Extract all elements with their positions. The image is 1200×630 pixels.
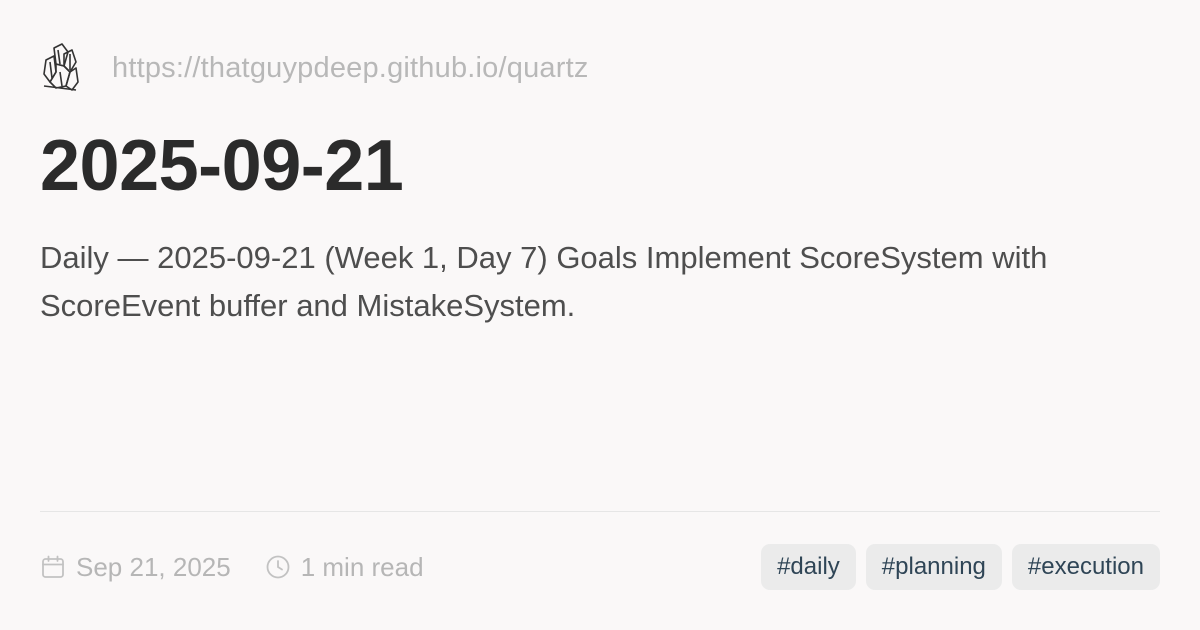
calendar-icon: [40, 554, 66, 580]
page-title: 2025-09-21: [40, 126, 404, 206]
tag-planning[interactable]: #planning: [865, 544, 1002, 590]
read-time: 1 min read: [265, 552, 424, 583]
site-header: https://thatguypdeep.github.io/quartz: [40, 40, 589, 96]
site-url[interactable]: https://thatguypdeep.github.io/quartz: [112, 52, 589, 85]
crystal-logo-icon[interactable]: [40, 40, 96, 96]
publish-date-text: Sep 21, 2025: [76, 551, 231, 582]
page-meta: Sep 21, 2025 1 min read: [40, 552, 458, 583]
read-time-text: 1 min read: [300, 551, 424, 582]
tag-execution[interactable]: #execution: [1011, 544, 1160, 590]
publish-date: Sep 21, 2025: [40, 552, 231, 583]
tag-list: #daily #planning #execution: [751, 544, 1160, 590]
tag-daily[interactable]: #daily: [761, 544, 856, 590]
footer-divider: [40, 511, 1160, 512]
page-description: Daily — 2025-09-21 (Week 1, Day 7) Goals…: [40, 240, 1048, 323]
clock-icon: [265, 554, 291, 580]
page-footer: Sep 21, 2025 1 min read #daily #planning…: [40, 544, 1160, 590]
